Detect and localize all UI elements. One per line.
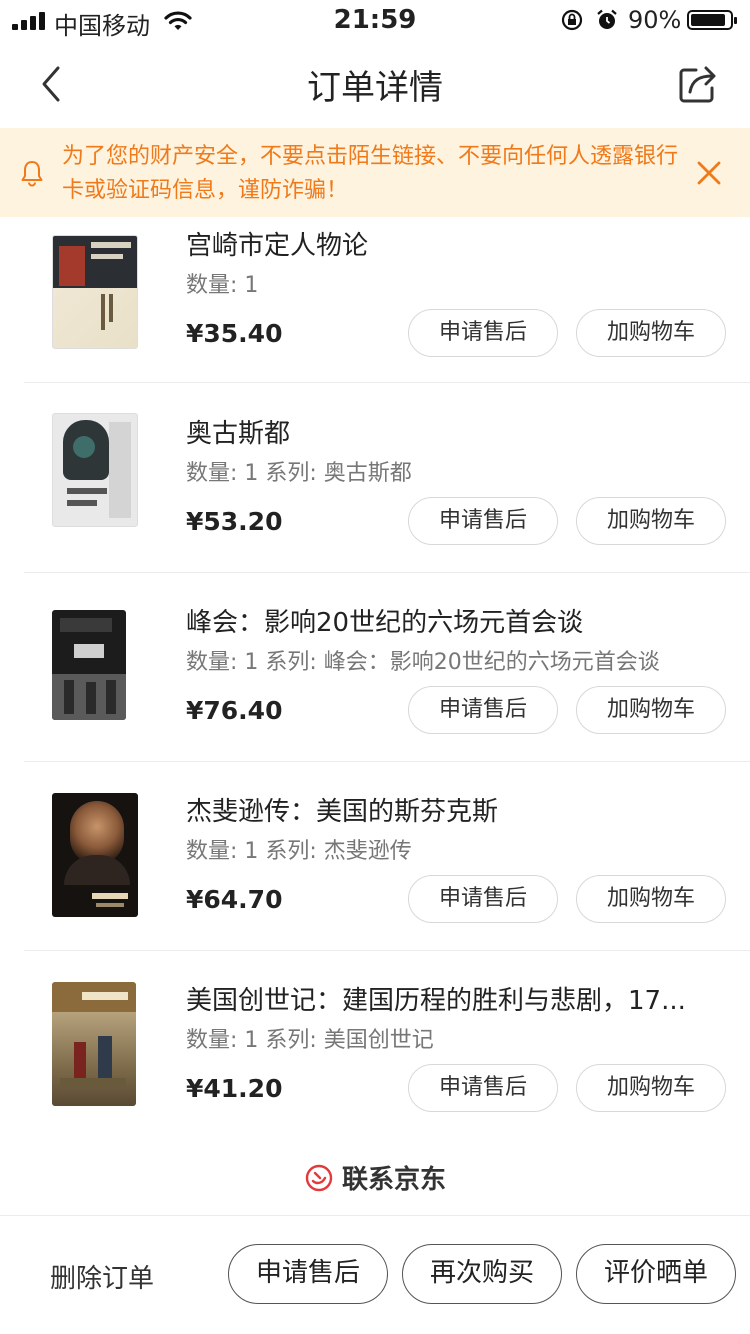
product-price: ¥35.40: [186, 319, 283, 348]
close-icon[interactable]: [694, 158, 724, 188]
security-notice: 为了您的财产安全，不要点击陌生链接、不要向任何人透露银行卡或验证码信息，谨防诈骗…: [0, 128, 750, 217]
battery-icon: [687, 10, 737, 30]
bell-icon: [21, 161, 43, 187]
product-meta: 数量: 1 系列: 峰会：影响20世纪的六场元首会谈: [186, 650, 660, 675]
book-cover[interactable]: [52, 793, 138, 917]
order-item[interactable]: 宫崎市定人物论 数量: 1 ¥35.40 申请售后 加购物车: [24, 217, 750, 383]
battery-percent: 90%: [628, 6, 682, 34]
status-bar: 中国移动 21:59 90%: [0, 0, 750, 40]
rebuy-button[interactable]: 再次购买: [402, 1244, 562, 1304]
contact-jd-row[interactable]: 联系京东: [0, 1139, 750, 1216]
product-price: ¥41.20: [186, 1074, 283, 1103]
product-price: ¥53.20: [186, 507, 283, 536]
delete-order-button[interactable]: 删除订单: [50, 1258, 154, 1295]
apply-after-sale-bottom-button[interactable]: 申请售后: [228, 1244, 388, 1304]
product-title[interactable]: 奥古斯都: [186, 413, 736, 450]
bottom-action-bar: 删除订单 申请售后 再次购买 评价晒单: [0, 1216, 750, 1334]
order-item[interactable]: 美国创世记：建国历程的胜利与悲剧，17... 数量: 1 系列: 美国创世记 ¥…: [24, 950, 750, 1139]
rotation-lock-icon: [561, 9, 583, 31]
apply-after-sale-button[interactable]: 申请售后: [408, 309, 558, 357]
review-button[interactable]: 评价晒单: [576, 1244, 736, 1304]
apply-after-sale-button[interactable]: 申请售后: [408, 1064, 558, 1112]
book-cover[interactable]: [52, 610, 126, 720]
order-item[interactable]: 杰斐逊传：美国的斯芬克斯 数量: 1 系列: 杰斐逊传 ¥64.70 申请售后 …: [24, 761, 750, 951]
book-cover[interactable]: [52, 982, 136, 1106]
apply-after-sale-button[interactable]: 申请售后: [408, 875, 558, 923]
book-cover[interactable]: [52, 413, 138, 527]
alarm-icon: [597, 9, 617, 29]
apply-after-sale-button[interactable]: 申请售后: [408, 686, 558, 734]
product-meta: 数量: 1: [186, 273, 259, 298]
product-meta: 数量: 1 系列: 奥古斯都: [186, 461, 412, 486]
order-item[interactable]: 奥古斯都 数量: 1 系列: 奥古斯都 ¥53.20 申请售后 加购物车: [24, 383, 750, 573]
product-price: ¥76.40: [186, 696, 283, 725]
share-icon[interactable]: [676, 62, 720, 106]
add-to-cart-button[interactable]: 加购物车: [576, 875, 726, 923]
product-meta: 数量: 1 系列: 美国创世记: [186, 1028, 434, 1053]
product-title[interactable]: 杰斐逊传：美国的斯芬克斯: [186, 791, 736, 828]
add-to-cart-button[interactable]: 加购物车: [576, 497, 726, 545]
product-meta: 数量: 1 系列: 杰斐逊传: [186, 839, 412, 864]
product-title[interactable]: 宫崎市定人物论: [186, 225, 736, 262]
nav-bar: 订单详情: [0, 40, 750, 128]
order-item[interactable]: 峰会：影响20世纪的六场元首会谈 数量: 1 系列: 峰会：影响20世纪的六场元…: [24, 572, 750, 762]
contact-jd-label: 联系京东: [341, 1165, 446, 1195]
book-cover[interactable]: [52, 235, 138, 349]
add-to-cart-button[interactable]: 加购物车: [576, 309, 726, 357]
product-title[interactable]: 峰会：影响20世纪的六场元首会谈: [186, 602, 736, 639]
add-to-cart-button[interactable]: 加购物车: [576, 1064, 726, 1112]
apply-after-sale-button[interactable]: 申请售后: [408, 497, 558, 545]
contact-jd-button[interactable]: 联系京东: [0, 1159, 750, 1196]
order-item-list: 宫崎市定人物论 数量: 1 ¥35.40 申请售后 加购物车 奥古斯都 数量: …: [0, 217, 750, 1139]
product-title[interactable]: 美国创世记：建国历程的胜利与悲剧，17...: [186, 980, 736, 1017]
notice-text: 为了您的财产安全，不要点击陌生链接、不要向任何人透露银行卡或验证码信息，谨防诈骗…: [62, 144, 679, 203]
product-price: ¥64.70: [186, 885, 283, 914]
add-to-cart-button[interactable]: 加购物车: [576, 686, 726, 734]
jd-service-icon: [305, 1164, 333, 1191]
page-title: 订单详情: [307, 68, 443, 108]
